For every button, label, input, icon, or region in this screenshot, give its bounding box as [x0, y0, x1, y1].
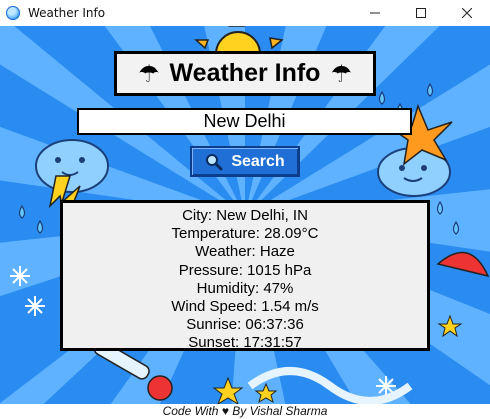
footer-credit: Code With ♥ By Vishal Sharma	[0, 404, 490, 419]
search-button-label: Search	[231, 152, 285, 170]
umbrella-icon-left: ☂	[138, 59, 160, 88]
temperature-line: Temperature: 28.09°C	[171, 225, 319, 243]
weather-line: Weather: Haze	[195, 243, 295, 261]
wind-speed-line: Wind Speed: 1.54 m/s	[171, 298, 319, 316]
search-button[interactable]: Search	[190, 146, 300, 177]
minimize-button[interactable]	[352, 0, 398, 26]
window-title: Weather Info	[28, 6, 106, 20]
umbrella-illustration	[436, 251, 490, 278]
window-controls	[352, 0, 490, 26]
sunrise-line: Sunrise: 06:37:36	[186, 316, 304, 334]
pressure-line: Pressure: 1015 hPa	[178, 261, 312, 279]
window-titlebar: Weather Info	[0, 0, 490, 26]
minimize-icon	[370, 12, 380, 14]
close-icon	[462, 8, 472, 18]
app-icon	[6, 6, 20, 20]
maximize-icon	[416, 8, 426, 18]
close-button[interactable]	[444, 0, 490, 26]
page-title: Weather Info	[169, 59, 321, 87]
sunset-line: Sunset: 17:31:57	[188, 334, 302, 352]
app-heading: ☂ Weather Info ☂	[114, 51, 376, 96]
magnifier-icon	[206, 153, 223, 170]
weather-info-panel: City: New Delhi, IN Temperature: 28.09°C…	[60, 200, 430, 351]
umbrella-icon-right: ☂	[330, 59, 352, 88]
maximize-button[interactable]	[398, 0, 444, 26]
city-line: City: New Delhi, IN	[182, 207, 308, 224]
city-input[interactable]	[77, 108, 412, 135]
humidity-line: Humidity: 47%	[196, 279, 294, 297]
weather-background: ☂ Weather Info ☂ Search City: New Delhi,…	[0, 26, 490, 404]
